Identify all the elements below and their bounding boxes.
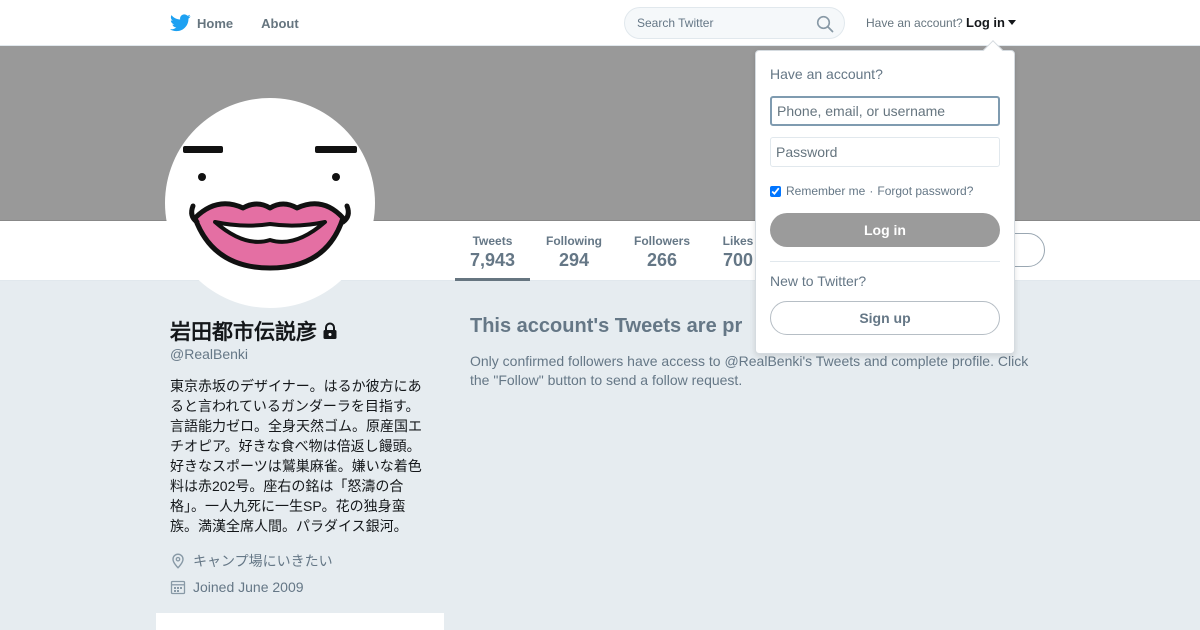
nav-home-label: Home <box>197 15 234 31</box>
signup-button[interactable]: Sign up <box>770 301 1000 335</box>
login-button[interactable]: Log in <box>770 213 1000 247</box>
sidebar-card <box>156 613 444 630</box>
stat-tweets-value: 7,943 <box>469 250 516 270</box>
stat-followers-value: 266 <box>646 250 678 270</box>
location-pin-icon <box>172 553 184 569</box>
top-navigation-bar: Home About Have an account? Log in <box>0 0 1200 46</box>
have-account-text: Have an account? <box>866 16 963 30</box>
stat-tweets[interactable]: Tweets 7,943 <box>455 221 530 281</box>
separator-dot: · <box>869 184 874 198</box>
profile-joined: Joined June 2009 <box>170 579 304 595</box>
login-dropdown: Have an account? Remember me · Forgot pa… <box>755 40 1015 354</box>
stat-likes-value: 700 <box>722 250 754 270</box>
avatar-face-image <box>183 146 357 271</box>
profile-location-text: キャンプ場にいきたい <box>193 553 333 569</box>
search-input[interactable] <box>637 16 807 30</box>
twitter-bird-icon <box>170 14 191 32</box>
profile-joined-text: Joined June 2009 <box>193 579 304 595</box>
remember-me-label[interactable]: Remember me <box>786 184 865 198</box>
nav-home-link[interactable]: Home <box>170 14 233 32</box>
nav-links: Home About <box>170 0 327 46</box>
stat-following-value: 294 <box>558 250 590 270</box>
dropdown-divider <box>770 261 1000 262</box>
remember-me-checkbox[interactable] <box>770 185 781 197</box>
stat-likes-label: Likes <box>722 234 754 248</box>
caret-down-icon <box>1008 20 1016 25</box>
profile-name-text: 岩田都市伝説彦 <box>170 321 317 344</box>
profile-fullname[interactable]: 岩田都市伝説彦 <box>170 316 338 346</box>
profile-bio: 東京赤坂のデザイナー。はるか彼方にあると言われているガンダーラを目指す。言語能力… <box>170 378 422 534</box>
username-input[interactable] <box>770 96 1000 126</box>
lock-icon <box>323 322 337 339</box>
dropdown-heading: Have an account? <box>770 66 883 82</box>
stat-tweets-label: Tweets <box>472 234 513 248</box>
profile-location: キャンプ場にいきたい <box>170 551 333 571</box>
stat-followers[interactable]: Followers 266 <box>628 221 696 281</box>
protected-message: Only confirmed followers have access to … <box>470 353 1029 388</box>
stat-following[interactable]: Following 294 <box>540 221 608 281</box>
calendar-icon <box>170 580 186 595</box>
new-to-twitter-text: New to Twitter? <box>770 273 867 289</box>
search-box[interactable] <box>624 7 845 39</box>
nav-about-label: About <box>261 15 299 31</box>
stat-followers-label: Followers <box>633 234 690 248</box>
stat-likes[interactable]: Likes 700 <box>716 221 760 281</box>
login-dropdown-toggle[interactable]: Log in <box>966 15 1016 30</box>
profile-avatar[interactable] <box>165 98 375 308</box>
stat-following-label: Following <box>546 234 602 248</box>
profile-handle[interactable]: @RealBenki <box>170 346 248 362</box>
nav-about-link[interactable]: About <box>261 16 299 31</box>
password-input[interactable] <box>770 137 1000 167</box>
protected-title: This account's Tweets are pr <box>470 315 743 337</box>
search-icon[interactable] <box>816 15 834 33</box>
remember-me-row: Remember me · Forgot password? <box>770 184 973 198</box>
forgot-password-link[interactable]: Forgot password? <box>877 184 973 198</box>
login-toggle-label: Log in <box>966 15 1005 30</box>
